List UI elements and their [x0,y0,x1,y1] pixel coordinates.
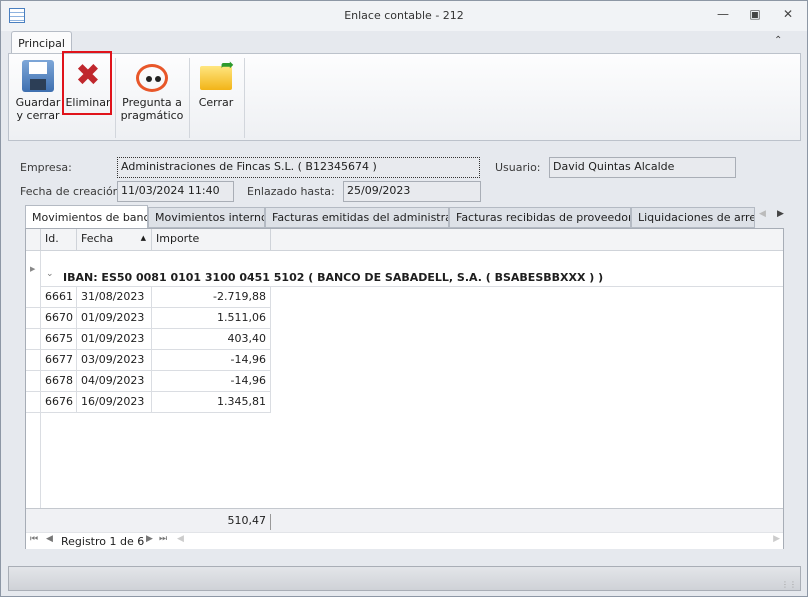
save-and-close-button[interactable]: Guardar y cerrar [11,54,65,140]
group-row[interactable]: ⌄ IBAN: ES50 0081 0101 3100 0451 5102 ( … [41,251,783,287]
first-record-icon[interactable]: ⏮ [30,534,38,544]
usuario-label: Usuario: [495,161,541,174]
cell-id: 6677 [41,350,77,371]
empresa-label: Empresa: [20,161,72,174]
save-label-2: y cerrar [16,109,60,122]
save-label: Guardar [15,96,61,109]
group-indicator: ▶ [26,251,41,287]
tab-movimientos-banco[interactable]: Movimientos de banco [25,205,148,228]
folder-arrow-icon: ➦ [200,57,234,90]
tab-movimientos-internos[interactable]: Movimientos internos [148,207,265,228]
cell-id: 6661 [41,287,77,308]
cell-id: 6675 [41,329,77,350]
close-label: Cerrar [198,96,234,109]
cell-fecha: 04/09/2023 [77,371,152,392]
column-header-id[interactable]: Id. [41,229,77,251]
robot-face-icon [136,64,168,92]
fecha-header-label: Fecha [81,232,114,245]
record-count: Registro 1 de 6 [61,535,145,548]
window-title: Enlace contable - 212 [344,9,464,22]
selection-highlight [62,51,112,115]
table-row[interactable]: 6677 03/09/2023 -14,96 [26,350,271,371]
ask-label-2: pragmático [120,109,184,122]
enlazado-label: Enlazado hasta: [247,185,335,198]
last-record-icon[interactable]: ⏭ [159,534,167,544]
tab-liquidaciones[interactable]: Liquidaciones de arrenda [631,207,755,228]
resize-grip-icon[interactable]: ⋮⋮ [781,580,797,589]
record-navigator: ⏮ ◀ Registro 1 de 6 ▶ ⏭ ◀ ▶ [26,532,783,549]
row-indicator-header [26,229,41,251]
horizontal-scrollbar[interactable]: ◀ ▶ [174,533,783,549]
cell-id: 6678 [41,371,77,392]
close-window-button[interactable]: ✕ [777,7,799,25]
header-filler [271,229,783,251]
fecha-creacion-label: Fecha de creación: [20,185,124,198]
cell-importe: 1.511,06 [152,308,271,329]
table-row[interactable]: 6678 04/09/2023 -14,96 [26,371,271,392]
cell-importe: -14,96 [152,371,271,392]
floppy-disk-icon [22,60,54,92]
tab-facturas-emitidas[interactable]: Facturas emitidas del administrador [265,207,449,228]
tab-scroll-right-icon[interactable]: ▶ [777,209,784,219]
fecha-creacion-field[interactable]: 11/03/2024 11:40 [117,181,234,202]
cell-id: 6676 [41,392,77,413]
column-header-fecha[interactable]: Fecha ▲ [77,229,152,251]
enlazado-field[interactable]: 25/09/2023 [343,181,481,202]
row-indicator-column [26,287,41,508]
sort-ascending-icon: ▲ [140,234,146,242]
table-row[interactable]: 6675 01/09/2023 403,40 [26,329,271,350]
collapse-ribbon-icon[interactable]: ⌃ [774,35,782,46]
ask-pragmatico-button[interactable]: Pregunta a pragmático [119,54,185,140]
cell-importe: 1.345,81 [152,392,271,413]
title-bar: Enlace contable - 212 — ▣ ✕ [1,1,807,31]
tab-facturas-recibidas[interactable]: Facturas recibidas de proveedores [449,207,631,228]
status-bar: ⋮⋮ [8,566,801,591]
grid-footer: 510,47 [26,508,783,532]
prev-record-icon[interactable]: ◀ [46,534,53,544]
cell-fecha: 01/09/2023 [77,308,152,329]
current-row-icon: ▶ [30,265,36,273]
movements-grid: Id. Fecha ▲ Importe ▶ ⌄ IBAN: ES50 0081 0… [25,228,784,549]
close-form-button[interactable]: ➦ Cerrar [193,54,239,140]
collapse-group-icon[interactable]: ⌄ [46,269,54,279]
cell-fecha: 16/09/2023 [77,392,152,413]
tab-scroll-left-icon[interactable]: ◀ [759,209,766,219]
importe-total: 510,47 [152,514,271,530]
cell-importe: -2.719,88 [152,287,271,308]
table-row[interactable]: 6661 31/08/2023 -2.719,88 [26,287,271,308]
usuario-field[interactable]: David Quintas Alcalde [549,157,736,178]
minimize-button[interactable]: — [712,7,734,25]
window: Enlace contable - 212 — ▣ ✕ Principal ⌃ … [0,0,808,597]
empresa-field[interactable]: Administraciones de Fincas S.L. ( B12345… [117,157,480,178]
cell-importe: 403,40 [152,329,271,350]
cell-fecha: 03/09/2023 [77,350,152,371]
table-row[interactable]: 6670 01/09/2023 1.511,06 [26,308,271,329]
column-header-importe[interactable]: Importe [152,229,271,251]
group-label: IBAN: ES50 0081 0101 3100 0451 5102 ( BA… [63,271,604,284]
cell-id: 6670 [41,308,77,329]
next-record-icon[interactable]: ▶ [146,534,153,544]
cell-fecha: 31/08/2023 [77,287,152,308]
cell-fecha: 01/09/2023 [77,329,152,350]
table-row[interactable]: 6676 16/09/2023 1.345,81 [26,392,271,413]
ask-label: Pregunta a [122,96,182,109]
cell-importe: -14,96 [152,350,271,371]
ribbon: Guardar y cerrar ✖ Eliminar Pregunta a pra… [8,53,801,141]
maximize-button[interactable]: ▣ [744,7,766,25]
